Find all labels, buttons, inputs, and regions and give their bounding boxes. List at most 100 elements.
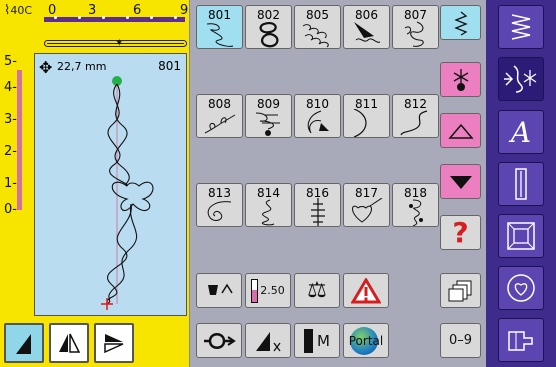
- stitch-length-button[interactable]: 2.50: [245, 273, 291, 308]
- pattern-tile-818[interactable]: 818: [392, 183, 439, 227]
- balance-scale-icon: ⚖: [307, 278, 327, 303]
- scale-tick: [54, 16, 57, 19]
- width-scale-label: 6: [133, 3, 142, 18]
- pattern-thumbnail: [302, 24, 329, 48]
- pattern-tile-816[interactable]: 816: [294, 183, 341, 227]
- pattern-thumbnail: [404, 21, 424, 47]
- stitch-pattern-drawing: [101, 76, 154, 310]
- quilt-button[interactable]: [498, 214, 544, 258]
- needle-stop-icon: [16, 334, 31, 354]
- buttonhole-button[interactable]: [498, 162, 544, 206]
- length-scale-label: 1-: [4, 176, 17, 191]
- stacked-pages-icon: [448, 280, 471, 301]
- pattern-tile-809[interactable]: 809: [245, 94, 292, 138]
- practical-stitch-button[interactable]: [498, 5, 544, 49]
- scroll-up-button[interactable]: [440, 113, 481, 148]
- memory-button[interactable]: [440, 273, 481, 308]
- width-scale-label: 3: [88, 3, 97, 18]
- pattern-tile-808[interactable]: 808: [196, 94, 243, 138]
- pattern-tile-817[interactable]: 817: [343, 183, 390, 227]
- quilt-icon: [507, 222, 535, 250]
- length-scale-label: 2-: [4, 144, 17, 159]
- pattern-thumbnail: [207, 201, 232, 221]
- decor-mode-button[interactable]: [440, 62, 481, 97]
- needle-stop-x-icon: [256, 331, 281, 351]
- snowflake-decor-icon: [453, 68, 468, 91]
- triangle-up-icon: [447, 123, 474, 139]
- loop-stitch-icon: [204, 332, 236, 349]
- sewing-foot-icon: [508, 331, 533, 351]
- stitch-type-toggle[interactable]: [440, 5, 481, 40]
- mirror-left-right-button[interactable]: [49, 323, 89, 363]
- tension-indicator: ⌇40C: [4, 3, 33, 18]
- pattern-thumbnail: [400, 110, 428, 136]
- needle-position-marker[interactable]: ✶: [115, 38, 123, 49]
- warning-triangle-icon: [351, 277, 381, 303]
- width-scale-bar: [44, 16, 185, 22]
- pattern-tile-806[interactable]: 806: [343, 5, 390, 49]
- alphabet-icon: A: [510, 115, 532, 149]
- sewing-machine-screen: ⌇40C 0 3 6 9 ✶ 5- 4- 3- 2- 1- 0- ✥ 22,7 …: [0, 0, 556, 367]
- zigzag-icon: [453, 10, 468, 36]
- pattern-tile-811[interactable]: 811: [343, 94, 390, 138]
- balance-button[interactable]: ⚖: [294, 273, 340, 308]
- pattern-tile-807[interactable]: 807: [392, 5, 439, 49]
- pattern-tile-812[interactable]: 812: [392, 94, 439, 138]
- needle-position-rail[interactable]: ✶: [44, 38, 187, 49]
- pattern-begin-button[interactable]: [245, 323, 291, 358]
- length-scale: 5- 4- 3- 2- 1- 0-: [2, 52, 30, 217]
- pattern-thumbnail: [409, 199, 423, 226]
- pattern-thumbnail: [204, 114, 236, 134]
- pattern-tile-805[interactable]: 805: [294, 5, 341, 49]
- mirror-vertical-icon: [104, 334, 124, 354]
- scale-tick: [78, 16, 81, 19]
- pattern-thumbnail: [259, 22, 279, 48]
- triangle-down-icon: [449, 175, 472, 189]
- question-mark-icon: ?: [452, 216, 469, 249]
- mirror-m-label: M: [317, 331, 330, 350]
- mirror-horizontal-icon: [59, 333, 81, 353]
- width-scale-label: 9: [180, 3, 189, 18]
- decorative-stitch-button[interactable]: [498, 57, 544, 101]
- needle-stop-up-button[interactable]: [196, 273, 242, 308]
- scroll-down-button[interactable]: [440, 164, 481, 199]
- help-button[interactable]: ?: [440, 215, 481, 250]
- pattern-thumbnail: [311, 198, 325, 226]
- mirror-m-button[interactable]: M: [294, 323, 340, 358]
- portal-button[interactable]: Portal: [343, 323, 389, 358]
- stitch-start-button[interactable]: [4, 323, 44, 363]
- portal-label: Portal: [348, 333, 384, 348]
- decorative-stitch-icon: [504, 65, 537, 93]
- needle-up-icon: [208, 283, 233, 295]
- pattern-thumbnail: [353, 109, 367, 137]
- scale-tick: [102, 16, 105, 19]
- length-gauge-icon: [251, 278, 259, 303]
- alphabet-button[interactable]: A: [498, 110, 544, 154]
- mirror-up-down-button[interactable]: [94, 323, 134, 363]
- pattern-tile-810[interactable]: 810: [294, 94, 341, 138]
- personal-program-icon: [507, 274, 535, 302]
- main-menu-column: A: [486, 0, 556, 367]
- black-bar-icon: [304, 328, 314, 353]
- length-scale-bar: [17, 70, 22, 210]
- pattern-tile-802[interactable]: 802: [245, 5, 292, 49]
- pattern-thumbnail: [255, 112, 280, 136]
- buttonhole-icon: [515, 168, 527, 200]
- stitch-settings-panel: ⌇40C 0 3 6 9 ✶ 5- 4- 3- 2- 1- 0- ✥ 22,7 …: [0, 0, 190, 367]
- length-scale-label: 0-: [4, 202, 17, 217]
- pattern-thumbnail: [261, 199, 275, 226]
- practical-stitch-icon: [511, 14, 531, 40]
- numeric-entry-button[interactable]: 0–9: [440, 323, 481, 358]
- numeric-entry-label: 0–9: [448, 333, 473, 348]
- personal-program-button[interactable]: [498, 266, 544, 310]
- scale-tick: [150, 16, 153, 19]
- stitch-length-value: 2.50: [260, 284, 285, 297]
- pattern-thumbnail: [206, 23, 234, 47]
- pattern-tile-801[interactable]: 801: [196, 5, 243, 49]
- warning-button[interactable]: [343, 273, 389, 308]
- pattern-repeat-button[interactable]: [196, 323, 242, 358]
- pattern-thumbnail: [352, 198, 383, 223]
- sewing-foot-button[interactable]: [498, 318, 544, 362]
- pattern-tile-814[interactable]: 814: [245, 183, 292, 227]
- pattern-tile-813[interactable]: 813: [196, 183, 243, 227]
